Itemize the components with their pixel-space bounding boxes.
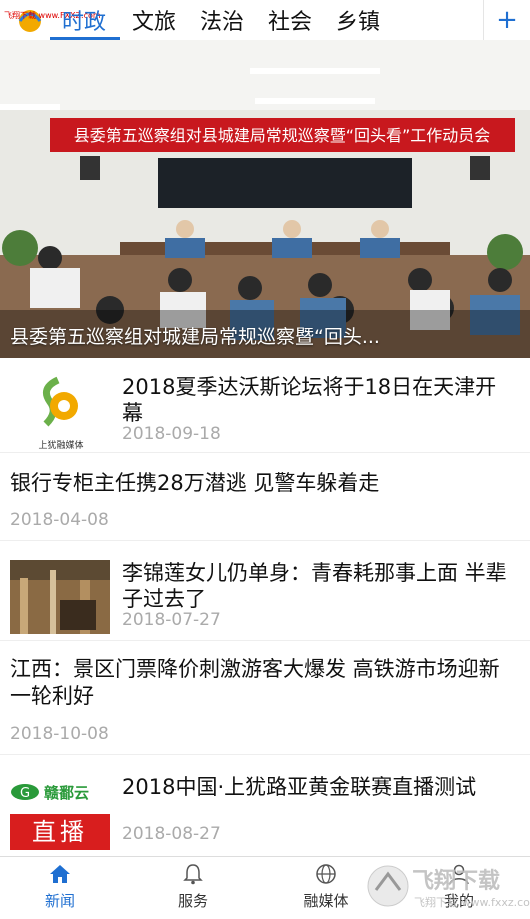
news-thumbnail: 上犹融媒体 xyxy=(30,374,92,452)
news-item[interactable]: 银行专柜主任携28万潜逃 见警车躲着走 2018-04-08 xyxy=(0,452,530,540)
tab-shizheng[interactable]: 时政 xyxy=(62,4,106,36)
news-date: 2018-04-08 xyxy=(10,510,109,530)
tab-shehui[interactable]: 社会 xyxy=(268,4,312,36)
fxxz-watermark-icon: 飞翔下载 飞翔下载 www.fxxz.com xyxy=(367,865,530,909)
news-thumbnail xyxy=(10,560,110,634)
globe-icon xyxy=(316,864,336,884)
news-item[interactable]: G 赣鄱云 直播 2018中国·上犹路亚黄金联赛直播测试 2018-08-27 xyxy=(0,754,530,854)
hero-banner[interactable]: 县委第五巡察组对县城建局常规巡察暨“回头看”工作动员会 县委第五巡察组对城建局常… xyxy=(0,40,530,358)
svg-text:G: G xyxy=(20,786,30,801)
hero-photo: 县委第五巡察组对县城建局常规巡察暨“回头看”工作动员会 xyxy=(0,40,530,358)
tab-wenlv[interactable]: 文旅 xyxy=(132,4,176,36)
rongmeiti-logo-icon xyxy=(42,376,78,427)
news-date: 2018-09-18 xyxy=(122,424,221,444)
top-tab-bar: 飞翔下载 www.FXXZ.com 时政 文旅 法治 社会 乡镇 + xyxy=(0,0,530,40)
news-item[interactable]: 李锦莲女儿仍单身：青春耗那事上面 半辈子过去了 2018-07-27 xyxy=(0,540,530,640)
news-date: 2018-10-08 xyxy=(10,724,109,744)
tab-xiangzhen[interactable]: 乡镇 xyxy=(336,4,380,36)
nav-service[interactable]: 服务 xyxy=(143,857,243,916)
news-item[interactable]: 上犹融媒体 2018夏季达沃斯论坛将于18日在天津开幕 2018-09-18 xyxy=(0,358,530,452)
ganpoyun-logo: G 赣鄱云 xyxy=(10,780,110,804)
thumbnail-caption: 上犹融媒体 xyxy=(38,441,84,451)
news-date: 2018-07-27 xyxy=(122,610,221,630)
add-channel-button[interactable]: + xyxy=(483,0,530,40)
nav-news[interactable]: 新闻 xyxy=(10,857,110,916)
ganpoyun-label: 赣鄱云 xyxy=(44,783,90,802)
news-title: 李锦莲女儿仍单身：青春耗那事上面 半辈子过去了 xyxy=(122,561,507,611)
home-icon xyxy=(50,865,70,883)
news-title: 2018中国·上犹路亚黄金联赛直播测试 xyxy=(122,775,477,799)
news-date: 2018-08-27 xyxy=(122,824,221,844)
nav-media[interactable]: 融媒体 xyxy=(276,857,376,916)
plus-icon: + xyxy=(496,5,518,35)
tab-fazhi[interactable]: 法治 xyxy=(200,4,244,36)
live-badge: 直播 xyxy=(10,814,110,850)
bell-icon xyxy=(183,864,203,885)
news-title: 银行专柜主任携28万潜逃 见警车躲着走 xyxy=(10,471,380,495)
news-title: 江西：景区门票降价刺激游客大爆发 高铁游市场迎新一轮利好 xyxy=(10,657,500,708)
hero-caption: 县委第五巡察组对城建局常规巡察暨“回头... xyxy=(10,326,380,348)
ganpoyun-logo-icon: G xyxy=(11,784,39,801)
news-thumbnail: G 赣鄱云 直播 xyxy=(10,780,110,850)
nav-service-label: 服务 xyxy=(177,892,208,910)
news-item[interactable]: 江西：景区门票降价刺激游客大爆发 高铁游市场迎新一轮利好 2018-10-08 xyxy=(0,640,530,754)
banner-text: 县委第五巡察组对县城建局常规巡察暨“回头看”工作动员会 xyxy=(74,126,491,145)
svg-text:飞翔下载: 飞翔下载 xyxy=(412,868,500,894)
nav-news-label: 新闻 xyxy=(44,892,75,910)
news-title: 2018夏季达沃斯论坛将于18日在天津开幕 xyxy=(122,375,497,425)
watermark-corner: 飞翔下载 飞翔下载 www.fxxz.com xyxy=(362,856,530,915)
nav-media-label: 融媒体 xyxy=(303,892,349,910)
app-logo: 飞翔下载 www.FXXZ.com xyxy=(4,4,101,34)
svg-text:飞翔下载 www.fxxz.com: 飞翔下载 www.fxxz.com xyxy=(414,895,530,909)
